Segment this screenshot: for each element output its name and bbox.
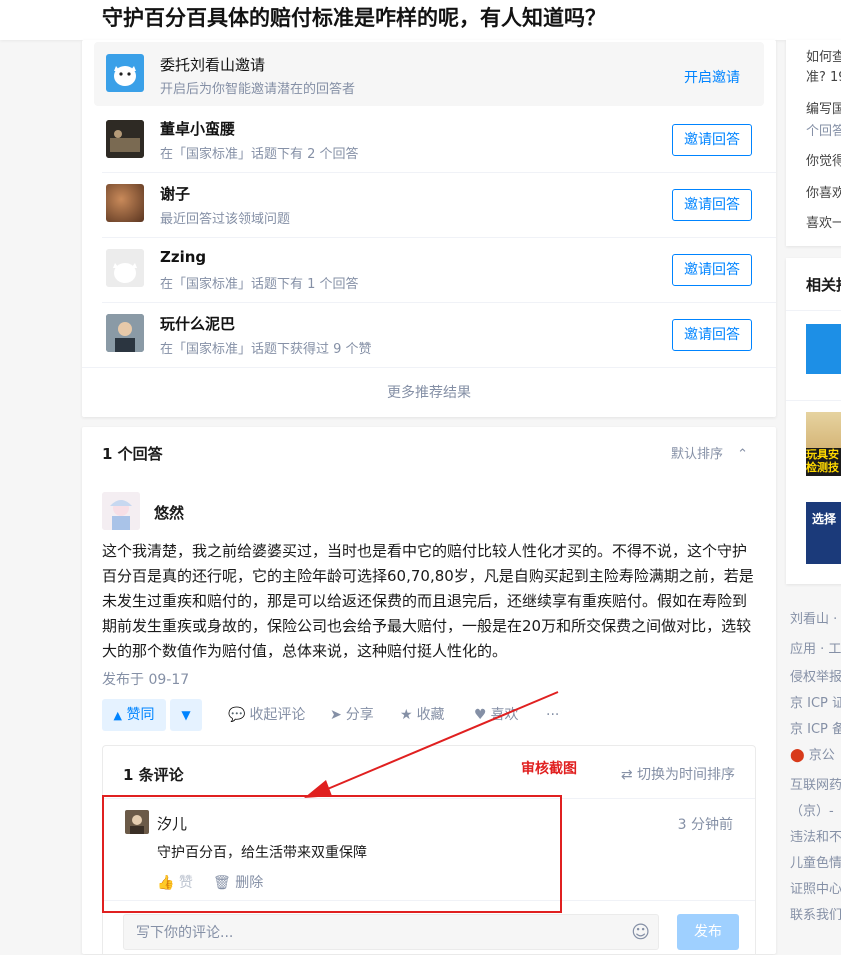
thumbnail-caption: 检测技 [806, 461, 839, 474]
related-title: 相关推 [806, 276, 841, 294]
related-link[interactable]: 喜欢一 [806, 212, 841, 231]
footer-link[interactable]: 刘看山 · [790, 608, 837, 627]
related-link-meta: 个回答 [806, 124, 841, 139]
footer-link[interactable]: 京 ICP 备 [790, 718, 841, 737]
divider [786, 400, 841, 401]
footer-link-label: 京公 [808, 748, 835, 763]
divider [786, 310, 841, 311]
thumbnail-caption: 玩具安 [806, 448, 839, 461]
related-thumbnail[interactable]: 选择 [806, 502, 841, 564]
sidebar-related-live: 相关推 玩具安 检测技 选择 [786, 258, 841, 584]
footer-link[interactable]: 互联网药 [790, 774, 841, 793]
related-link[interactable]: 如何查 [806, 46, 841, 65]
sidebar-related-questions: 如何查 准? 19 编写国 个回答 你觉得 你喜欢 喜欢一 [786, 40, 841, 246]
related-link[interactable]: 编写国 [806, 98, 841, 117]
footer-link[interactable]: 联系我们 [790, 904, 841, 923]
related-thumbnail[interactable]: 玩具安 检测技 [806, 412, 841, 476]
audit-arrow [304, 691, 559, 798]
footer-link[interactable]: 侵权举报 [790, 666, 841, 685]
footer-link[interactable]: 应用 · 工 [790, 638, 841, 657]
related-thumbnail[interactable] [806, 324, 841, 374]
footer-link[interactable]: 证照中心 [790, 878, 841, 897]
footer-link[interactable]: （京）- [790, 800, 834, 819]
footer-link[interactable]: 儿童色情 [790, 852, 841, 871]
police-badge-icon: ⬤ [790, 748, 805, 763]
thumbnail-caption: 选择 [812, 512, 837, 526]
related-link[interactable]: 你喜欢 [806, 182, 841, 201]
footer-police-link[interactable]: ⬤ 京公 [790, 744, 835, 763]
related-link[interactable]: 准? 19 [806, 66, 841, 85]
footer-link[interactable]: 违法和不 [790, 826, 841, 845]
related-link[interactable]: 你觉得 [806, 150, 841, 169]
footer-link[interactable]: 京 ICP 证 [790, 692, 841, 711]
